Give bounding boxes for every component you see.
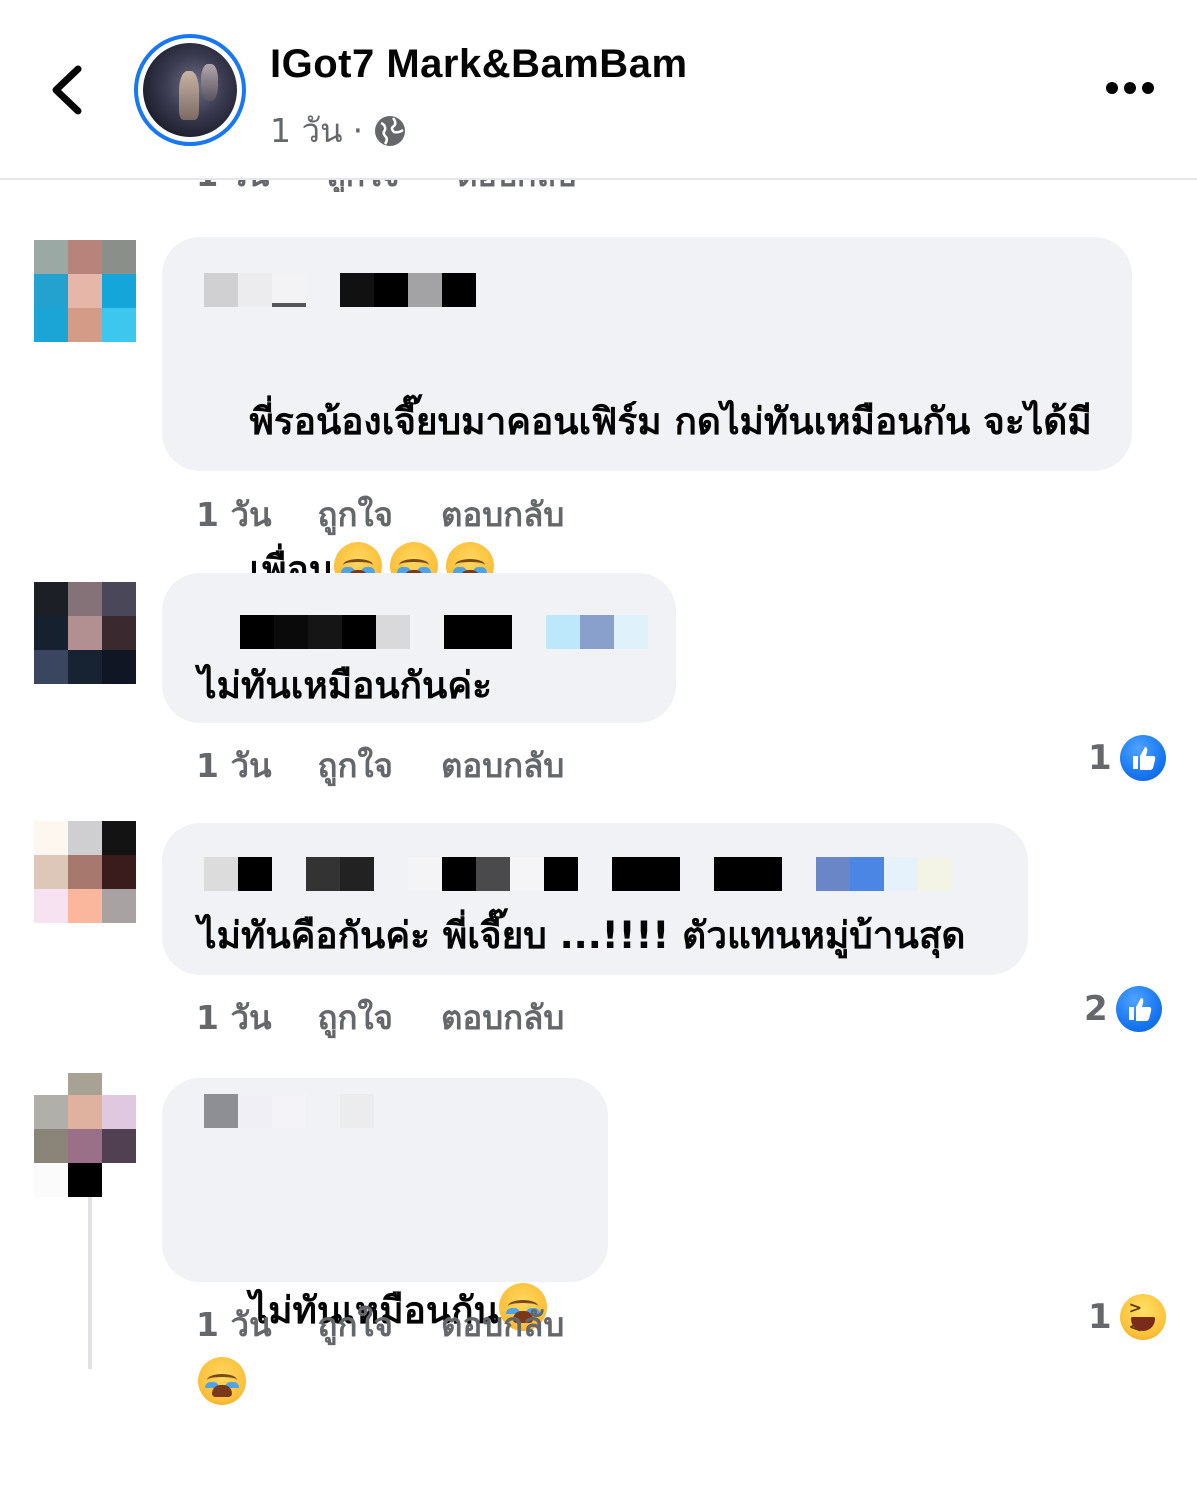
- comment-time[interactable]: 1 วัน: [196, 1298, 272, 1351]
- reaction-summary[interactable]: 1: [1088, 1294, 1166, 1340]
- comment-bubble[interactable]: พี่รอน้องเจี๊ยบมาคอนเฟิร์ม กดไม่ทันเหมือ…: [162, 237, 1132, 591]
- avatar[interactable]: [34, 240, 136, 342]
- more-horizontal-icon: [1106, 82, 1118, 94]
- chevron-left-icon: [52, 65, 82, 115]
- comment-actions: 1 วัน ถูกใจ ตอบกลับ: [196, 1298, 564, 1351]
- post-meta: 1 วัน ·: [270, 104, 407, 157]
- avatar[interactable]: [34, 821, 136, 923]
- comment-bubble[interactable]: ไม่ทันคือกันค่ะ พี่เจี๊ยบ ...!!!! ตัวแทน…: [162, 823, 1028, 975]
- more-options-button[interactable]: [1104, 78, 1156, 100]
- like-reaction-icon: [1119, 735, 1166, 781]
- meta-separator: ·: [352, 111, 364, 150]
- reaction-summary[interactable]: 1: [1088, 735, 1166, 781]
- reaction-summary[interactable]: 2: [1084, 986, 1162, 1032]
- reply-button[interactable]: ตอบกลับ: [441, 739, 564, 792]
- like-button[interactable]: ถูกใจ: [318, 1298, 393, 1351]
- avatar[interactable]: [34, 582, 136, 684]
- comment-actions: 1 วัน ถูกใจ ตอบกลับ: [196, 488, 564, 541]
- back-button[interactable]: [40, 55, 100, 125]
- comment-text: ไม่ทันเหมือนกันค่ะ: [198, 664, 492, 707]
- reaction-count: 1: [1088, 738, 1112, 778]
- globe-icon: [375, 115, 406, 146]
- commenter-name[interactable]: [204, 857, 952, 891]
- crying-face-icon: [198, 1357, 246, 1405]
- commenter-name[interactable]: [204, 273, 476, 307]
- like-button[interactable]: ถูกใจ: [318, 488, 393, 541]
- haha-reaction-icon: [1119, 1294, 1166, 1340]
- reply-button[interactable]: ตอบกลับ: [441, 488, 564, 541]
- comment-actions: 1 วัน ถูกใจ ตอบกลับ: [196, 991, 564, 1044]
- commenter-name[interactable]: [204, 1094, 408, 1128]
- commenter-name[interactable]: [240, 615, 648, 649]
- reaction-count: 2: [1084, 989, 1108, 1029]
- comment-time[interactable]: 1 วัน: [196, 991, 272, 1044]
- page-avatar[interactable]: [134, 34, 246, 146]
- reaction-count: 1: [1088, 1297, 1112, 1337]
- comment-time[interactable]: 1 วัน: [196, 488, 272, 541]
- reply-button[interactable]: ตอบกลับ: [441, 991, 564, 1044]
- comment-bubble[interactable]: ไม่ทันเหมือนกัน: [162, 1078, 608, 1405]
- post-header: IGot7 Mark&BamBam 1 วัน ·: [0, 0, 1197, 180]
- reply-thread-line: [88, 1196, 92, 1369]
- comment-time[interactable]: 1 วัน: [196, 739, 272, 792]
- like-button[interactable]: ถูกใจ: [318, 991, 393, 1044]
- comment-text: ไม่ทันคือกันค่ะ พี่เจี๊ยบ ...!!!! ตัวแทน…: [198, 914, 966, 957]
- avatar[interactable]: [34, 1073, 136, 1197]
- like-reaction-icon: [1115, 986, 1162, 1032]
- page-name[interactable]: IGot7 Mark&BamBam: [270, 42, 688, 87]
- like-button[interactable]: ถูกใจ: [318, 739, 393, 792]
- post-time[interactable]: 1 วัน: [270, 104, 343, 157]
- reply-button[interactable]: ตอบกลับ: [441, 1298, 564, 1351]
- comment-actions: 1 วัน ถูกใจ ตอบกลับ: [196, 739, 564, 792]
- comment-bubble[interactable]: ไม่ทันเหมือนกันค่ะ: [162, 573, 676, 723]
